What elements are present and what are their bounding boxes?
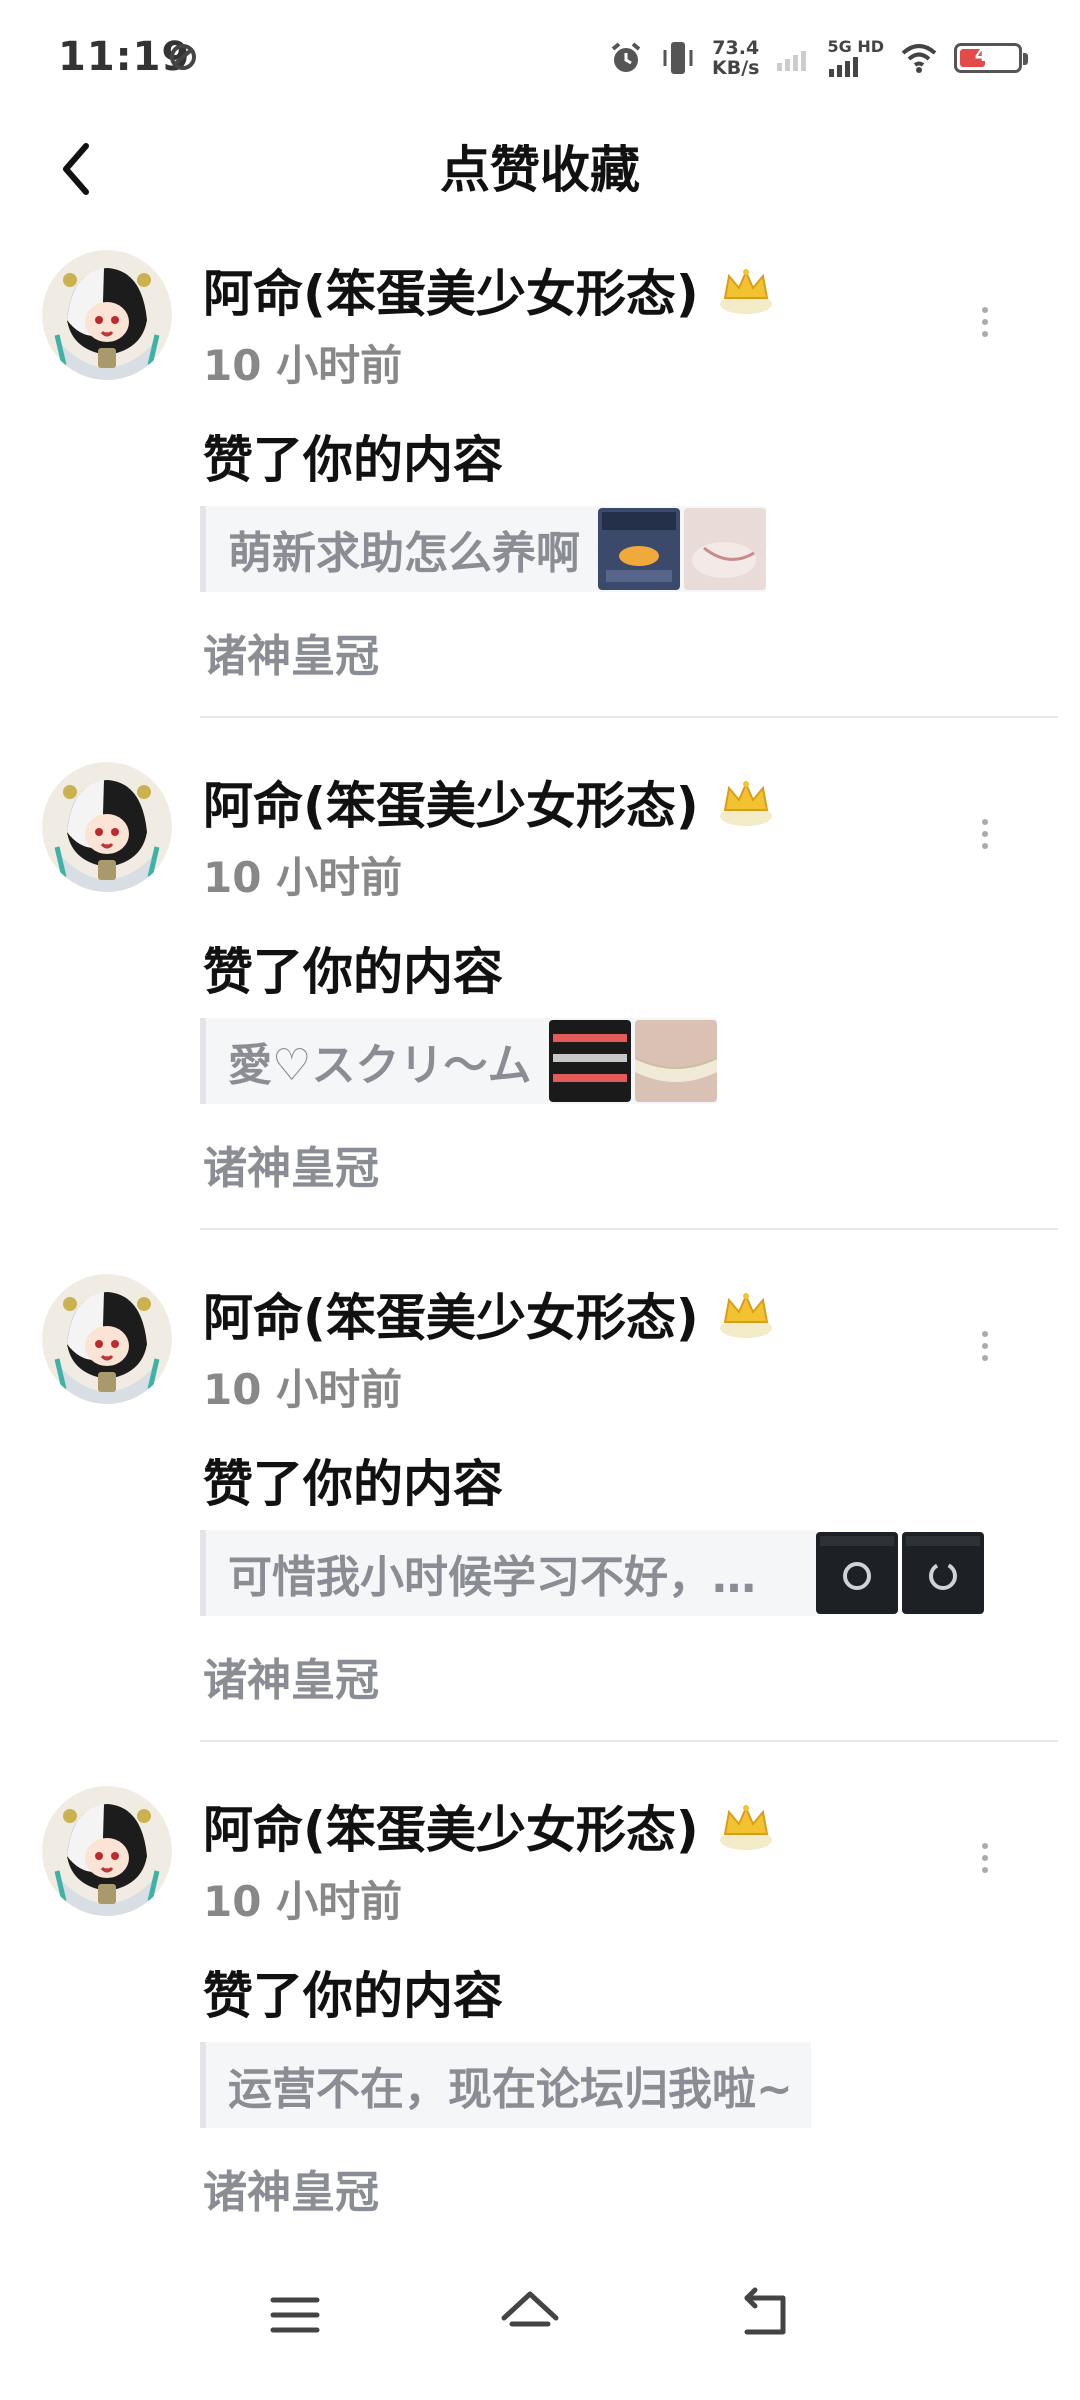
more-icon[interactable] bbox=[960, 812, 1010, 862]
divider bbox=[200, 1740, 1058, 1742]
page-title: 点赞收藏 bbox=[440, 141, 640, 199]
avatar[interactable] bbox=[42, 1786, 172, 1916]
crown-icon bbox=[719, 1293, 772, 1338]
forum-tag[interactable]: 诸神皇冠 bbox=[203, 1132, 379, 1196]
battery-icon: 41 bbox=[954, 43, 1028, 73]
user-name-row: 阿命(笨蛋美少女形态) bbox=[203, 1790, 775, 1862]
quoted-post[interactable]: 运营不在，现在论坛归我啦~ bbox=[200, 2042, 811, 2128]
user-name-row: 阿命(笨蛋美少女形态) bbox=[203, 1278, 775, 1350]
avatar[interactable] bbox=[42, 762, 172, 892]
network-type: 5G HD bbox=[827, 37, 884, 56]
forum-tag[interactable]: 诸神皇冠 bbox=[203, 2156, 379, 2220]
action-text: 赞了你的内容 bbox=[203, 431, 503, 489]
avatar[interactable] bbox=[42, 250, 172, 380]
crown-icon bbox=[719, 1805, 772, 1850]
timestamp: 10 小时前 bbox=[203, 341, 403, 390]
thumbnail-image bbox=[598, 508, 680, 590]
quoted-post-title: 愛♡スクリ～ム bbox=[228, 1040, 532, 1091]
notification-list: 阿命(笨蛋美少女形态) 10 小时前 赞了你的内容 萌新求助怎么养啊 诸神皇冠 … bbox=[0, 240, 1080, 2288]
network-speed-unit: KB/s bbox=[712, 57, 760, 79]
wifi-icon bbox=[901, 44, 937, 73]
list-item[interactable]: 阿命(笨蛋美少女形态) 10 小时前 赞了你的内容 运营不在，现在论坛归我啦~ … bbox=[0, 1776, 1080, 2288]
battery-level: 41 bbox=[974, 44, 1002, 66]
user-name-row: 阿命(笨蛋美少女形态) bbox=[203, 766, 775, 838]
thumbnail-image bbox=[684, 508, 766, 590]
network-speed: 73.4 KB/s bbox=[712, 38, 759, 78]
do-not-disturb-icon bbox=[170, 44, 196, 70]
action-text: 赞了你的内容 bbox=[203, 1967, 503, 2025]
thumbnail-row bbox=[816, 1532, 984, 1614]
thumbnail-row bbox=[598, 508, 766, 590]
thumbnail-image bbox=[902, 1532, 984, 1614]
action-text: 赞了你的内容 bbox=[203, 1455, 503, 1513]
divider bbox=[200, 1228, 1058, 1230]
more-icon[interactable] bbox=[960, 1836, 1010, 1886]
chevron-left-icon[interactable] bbox=[46, 134, 116, 204]
vibrate-icon bbox=[663, 42, 693, 74]
avatar[interactable] bbox=[42, 1274, 172, 1404]
back-icon[interactable] bbox=[725, 2280, 805, 2350]
quoted-post[interactable]: 可惜我小时候学习不好，… bbox=[200, 1530, 816, 1616]
action-text: 赞了你的内容 bbox=[203, 943, 503, 1001]
forum-tag[interactable]: 诸神皇冠 bbox=[203, 1644, 379, 1708]
home-icon[interactable] bbox=[490, 2280, 570, 2350]
quoted-post[interactable]: 萌新求助怎么养啊 bbox=[200, 506, 766, 592]
status-right-icons: 73.4 KB/s 5G HD 41 bbox=[608, 30, 1028, 86]
user-name[interactable]: 阿命(笨蛋美少女形态) bbox=[203, 766, 699, 838]
quoted-post-title: 运营不在，现在论坛归我啦~ bbox=[228, 2064, 793, 2115]
signal-icon-secondary bbox=[777, 51, 807, 71]
user-name[interactable]: 阿命(笨蛋美少女形态) bbox=[203, 1278, 699, 1350]
menu-icon[interactable] bbox=[255, 2280, 335, 2350]
list-item[interactable]: 阿命(笨蛋美少女形态) 10 小时前 赞了你的内容 萌新求助怎么养啊 诸神皇冠 bbox=[0, 240, 1080, 752]
signal-icon bbox=[829, 57, 859, 77]
timestamp: 10 小时前 bbox=[203, 1365, 403, 1414]
crown-icon bbox=[719, 269, 772, 314]
quoted-post-title: 可惜我小时候学习不好，… bbox=[228, 1552, 756, 1603]
more-icon[interactable] bbox=[960, 300, 1010, 350]
user-name[interactable]: 阿命(笨蛋美少女形态) bbox=[203, 1790, 699, 1862]
thumbnail-image bbox=[549, 1020, 632, 1102]
user-name[interactable]: 阿命(笨蛋美少女形态) bbox=[203, 254, 699, 326]
timestamp: 10 小时前 bbox=[203, 1877, 403, 1926]
thumbnail-row bbox=[549, 1020, 718, 1102]
network-speed-value: 73.4 bbox=[712, 37, 760, 59]
thumbnail-image bbox=[816, 1532, 898, 1614]
user-name-row: 阿命(笨蛋美少女形态) bbox=[203, 254, 775, 326]
signal-group: 5G HD bbox=[827, 39, 884, 77]
status-bar: 11:19 73.4 KB/s 5G HD 41 bbox=[0, 0, 1080, 118]
quoted-post-title: 萌新求助怎么养啊 bbox=[228, 528, 580, 579]
more-icon[interactable] bbox=[960, 1324, 1010, 1374]
list-item[interactable]: 阿命(笨蛋美少女形态) 10 小时前 赞了你的内容 愛♡スクリ～ム 诸神皇冠 bbox=[0, 752, 1080, 1264]
system-nav-bar bbox=[0, 2240, 1080, 2390]
thumbnail-image bbox=[635, 1020, 718, 1102]
alarm-icon bbox=[611, 42, 641, 72]
header: 点赞收藏 bbox=[0, 118, 1080, 218]
crown-icon bbox=[719, 781, 772, 826]
list-item[interactable]: 阿命(笨蛋美少女形态) 10 小时前 赞了你的内容 可惜我小时候学习不好，… 诸… bbox=[0, 1264, 1080, 1776]
timestamp: 10 小时前 bbox=[203, 853, 403, 902]
divider bbox=[200, 716, 1058, 718]
forum-tag[interactable]: 诸神皇冠 bbox=[203, 620, 379, 684]
quoted-post[interactable]: 愛♡スクリ～ム bbox=[200, 1018, 718, 1104]
